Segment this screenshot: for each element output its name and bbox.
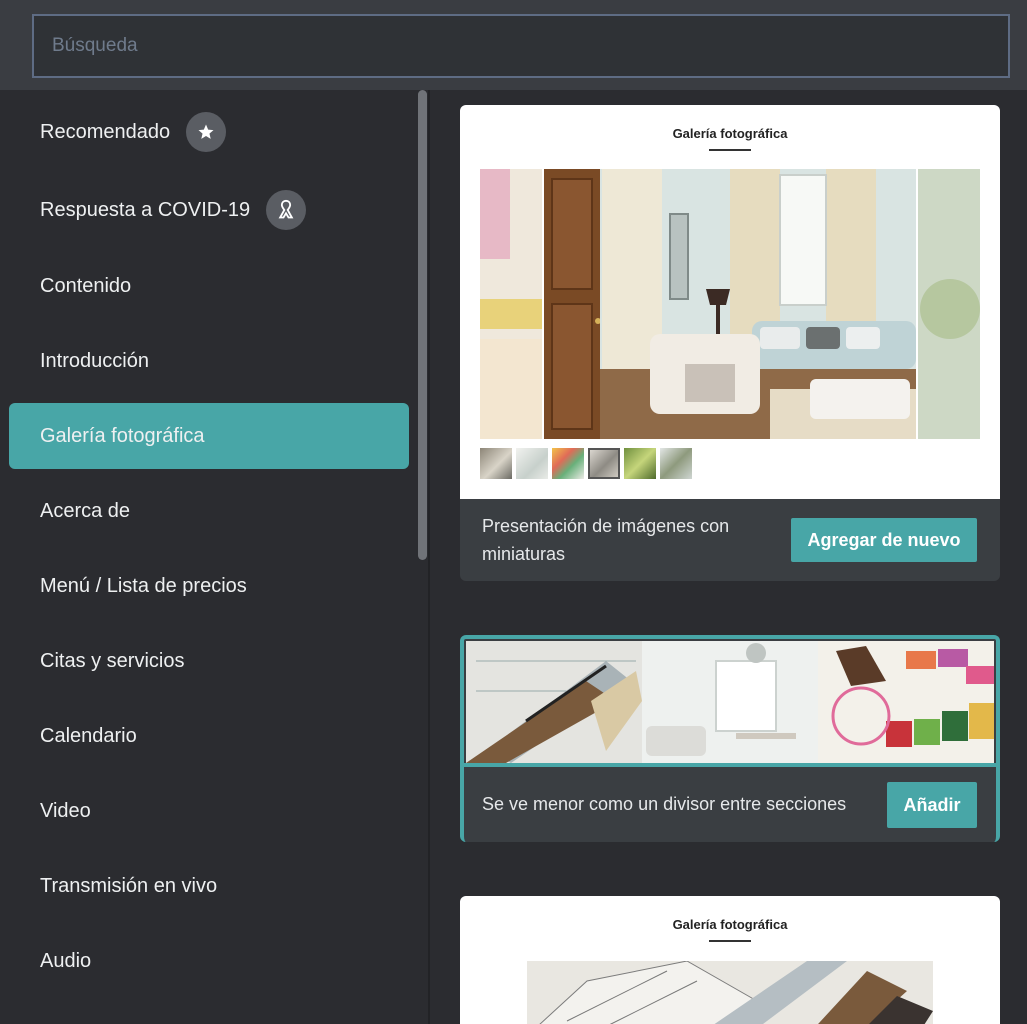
sidebar-item-contenido[interactable]: Contenido <box>9 253 409 319</box>
sidebar-item-covid[interactable]: Respuesta a COVID-19 <box>9 177 409 243</box>
sidebar-item-citas[interactable]: Citas y servicios <box>9 628 409 694</box>
selection-border <box>464 763 996 767</box>
sidebar-item-label: Video <box>40 799 91 822</box>
sidebar-item-label: Citas y servicios <box>40 649 185 672</box>
sidebar-scrollbar[interactable] <box>418 90 427 560</box>
card-description: Se ve menor como un divisor entre seccio… <box>482 794 847 814</box>
section-card-divider: Se ve menor como un divisor entre seccio… <box>460 635 1000 842</box>
sidebar-item-transmision[interactable]: Transmisión en vivo <box>9 853 409 919</box>
sidebar-item-label: Galería fotográfica <box>40 424 205 447</box>
sidebar-item-introduccion[interactable]: Introducción <box>9 328 409 394</box>
ribbon-icon <box>266 190 307 230</box>
preview-title: Galería fotográfica <box>672 917 788 932</box>
sidebar-item-label: Calendario <box>40 724 137 747</box>
gallery-thumbnail[interactable] <box>480 448 512 479</box>
sidebar-item-video[interactable]: Video <box>9 778 409 844</box>
sidebar-item-label: Recomendado <box>40 120 171 143</box>
gallery-thumbnail[interactable] <box>624 448 656 479</box>
sidebar-item-label: Menú / Lista de precios <box>40 574 247 597</box>
section-card-gallery: Galería fotográfica Presentación de imág… <box>460 105 1000 581</box>
sidebar-item-label: Contenido <box>40 274 132 297</box>
gallery-thumbnail[interactable] <box>552 448 584 479</box>
card-preview: Galería fotográfica <box>460 105 1000 499</box>
sidebar-item-label: Acerca de <box>40 499 131 522</box>
sidebar-item-acerca[interactable]: Acerca de <box>9 478 409 544</box>
gallery-thumbnail[interactable] <box>588 448 620 479</box>
divider-preview-image <box>466 641 994 763</box>
anadir-button[interactable]: Añadir <box>887 782 977 828</box>
search-field-frame <box>32 14 1010 78</box>
section-card-gallery-2: Galería fotográfica <box>460 896 1000 1024</box>
sidebar-item-menu[interactable]: Menú / Lista de precios <box>9 553 409 619</box>
title-underline <box>709 149 751 151</box>
sidebar-item-label: Introducción <box>40 349 149 372</box>
card-preview: Galería fotográfica <box>460 896 1000 1024</box>
gallery-main-image <box>480 169 980 439</box>
agregar-de-nuevo-button[interactable]: Agregar de nuevo <box>791 518 977 562</box>
gallery-thumbnail[interactable] <box>660 448 692 479</box>
sidebar-item-galeria[interactable]: Galería fotográfica <box>9 403 409 469</box>
preview-title: Galería fotográfica <box>672 126 788 141</box>
sidebar-item-audio[interactable]: Audio <box>9 928 409 994</box>
star-icon <box>186 112 227 152</box>
gallery-main-image <box>527 961 933 1024</box>
sidebar-item-label: Transmisión en vivo <box>40 874 218 897</box>
search-input[interactable] <box>34 16 1008 76</box>
title-underline <box>709 940 751 942</box>
search-bar <box>0 0 1027 90</box>
sidebar-item-label: Respuesta a COVID-19 <box>40 198 251 221</box>
sidebar-item-label: Audio <box>40 949 92 972</box>
card-footer: Presentación de imágenes con miniaturas … <box>460 499 1000 581</box>
section-list: Galería fotográfica Presentación de imág… <box>432 90 1027 1024</box>
sidebar-item-recomendado[interactable]: Recomendado <box>9 99 409 165</box>
sidebar-item-calendario[interactable]: Calendario <box>9 703 409 769</box>
card-description: Presentación de imágenes con miniaturas <box>482 516 730 564</box>
gallery-thumbnail[interactable] <box>516 448 548 479</box>
sidebar: Recomendado Respuesta a COVID-19 Conteni… <box>0 90 430 1024</box>
